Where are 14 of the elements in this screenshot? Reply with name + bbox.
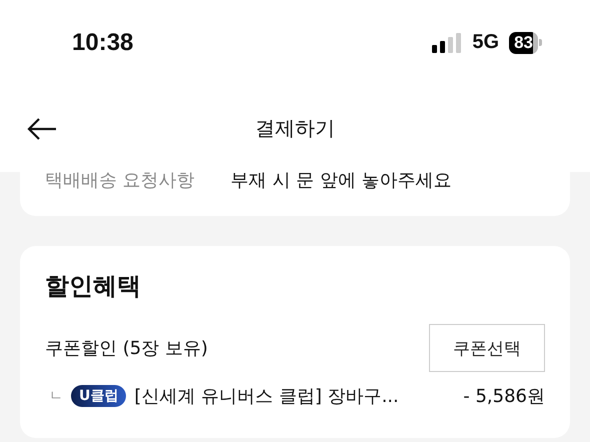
back-arrow-icon[interactable]: [26, 117, 58, 141]
coupon-select-button[interactable]: 쿠폰선택: [429, 324, 545, 372]
sub-item-marker: ㄴ: [49, 387, 63, 405]
delivery-label: 택배배송 요청사항: [45, 169, 195, 192]
page-title: 결제하기: [255, 115, 335, 142]
delivery-value: 부재 시 문 앞에 놓아주세요: [230, 169, 452, 192]
signal-icon: [432, 32, 462, 52]
coupon-label: 쿠폰할인 (5장 보유): [45, 337, 208, 360]
status-time: 10:38: [72, 28, 134, 56]
section-title: 할인혜택: [45, 271, 142, 302]
discount-amount: - 5,586원: [463, 385, 545, 408]
discount-name: [신세계 유니버스 클럽] 장바구...: [134, 385, 399, 408]
network-label: 5G: [472, 31, 500, 54]
membership-badge: U클럽: [71, 385, 126, 407]
